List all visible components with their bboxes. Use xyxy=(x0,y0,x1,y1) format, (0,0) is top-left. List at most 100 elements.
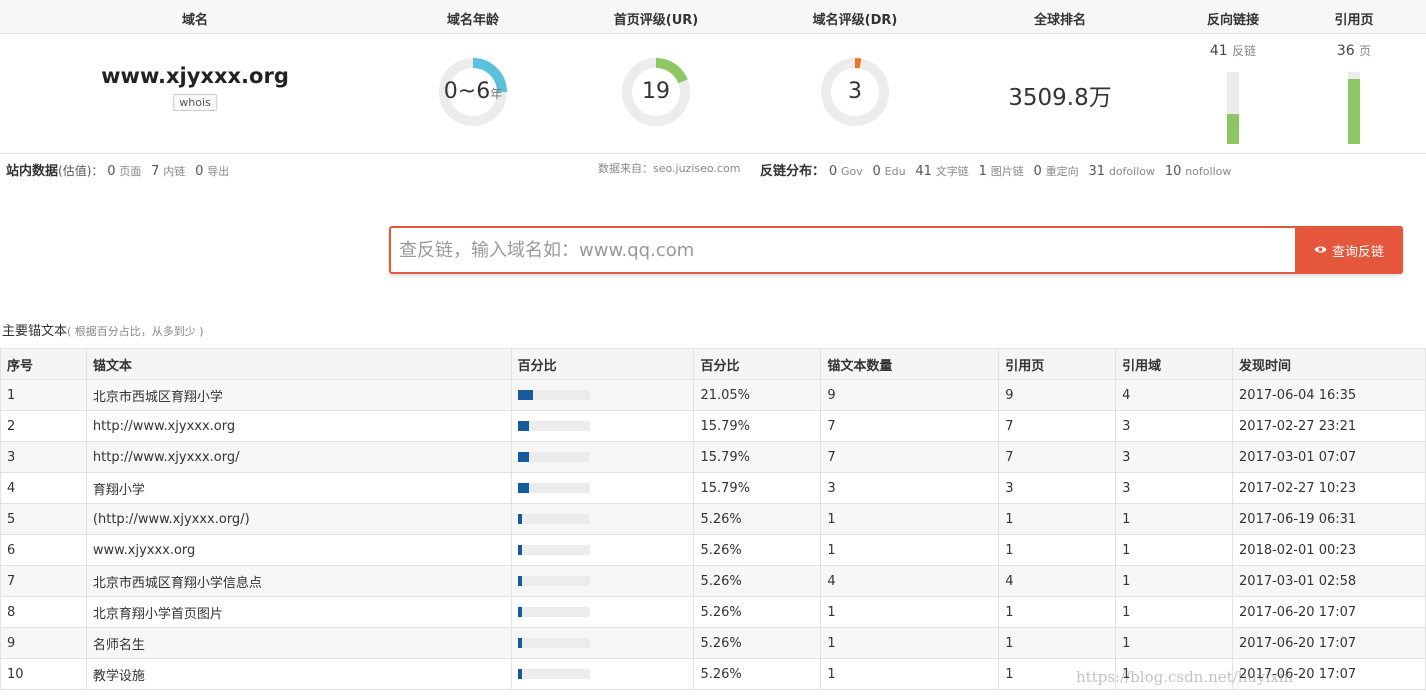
cell-index: 7 xyxy=(0,565,87,597)
cell-found-time: 2017-02-27 23:21 xyxy=(1232,410,1426,442)
cell-found-time: 2017-06-20 17:07 xyxy=(1232,627,1426,659)
backlinks-bar xyxy=(1227,72,1239,144)
dist-unit: 图片链 xyxy=(990,165,1024,178)
cell-anchor-count: 1 xyxy=(820,627,1000,659)
backlinks-bar-fill xyxy=(1227,114,1239,144)
th-ref-pages[interactable]: 引用页 xyxy=(998,348,1117,380)
cell-index: 5 xyxy=(0,503,87,535)
cell-anchor-text: 教学设施 xyxy=(85,658,512,690)
cell-anchor-count: 7 xyxy=(820,441,1000,473)
th-percent[interactable]: 百分比 xyxy=(693,348,822,380)
cell-percent-bar xyxy=(510,472,695,504)
metric-header: 域名 域名年龄 首页评级(UR) 域名评级(DR) 全球排名 反向链接 引用页 xyxy=(0,0,1426,34)
dist-count: 10 xyxy=(1164,164,1182,179)
th-index[interactable]: 序号 xyxy=(0,348,87,380)
search-input[interactable] xyxy=(395,232,1295,268)
cell-ref-domains: 3 xyxy=(1115,410,1234,442)
cell-percent-bar xyxy=(510,627,695,659)
percent-bar xyxy=(517,483,590,493)
cell-percent: 5.26% xyxy=(693,596,822,628)
backlinks-value: 41 反链 xyxy=(1209,43,1257,59)
anchors-section-title: 主要锚文本( 根据百分占比，从多到少 ) xyxy=(2,320,204,339)
table-row: 7 北京市西城区育翔小学信息点 5.26% 4 4 1 2017-03-01 02:58 xyxy=(0,565,1426,597)
table-row: 2 http://www.xjyxxx.org 15.79% 7 7 3 2017-02-2… xyxy=(0,410,1426,442)
refpages-bar-fill xyxy=(1348,79,1360,144)
anchor-text-table: 序号 锚文本 百分比 百分比 锚文本数量 引用页 引用域 发现时间 1 北京市西城… xyxy=(0,348,1426,690)
dist-count: 0 xyxy=(872,164,881,179)
stat-internal-unit: 内链 xyxy=(163,165,186,178)
cell-ref-pages: 3 xyxy=(998,472,1117,504)
site-stats-label: 站内数据 xyxy=(6,164,59,179)
table-row: 5 (http://www.xjyxxx.org/) 5.26% 1 1 1 2017-06… xyxy=(0,503,1426,535)
cell-percent: 5.26% xyxy=(693,503,822,535)
cell-anchor-text: 北京市西城区育翔小学 xyxy=(85,379,512,411)
th-found-time[interactable]: 发现时间 xyxy=(1232,348,1426,380)
cell-percent: 5.26% xyxy=(693,627,822,659)
percent-bar xyxy=(517,545,590,555)
percent-bar xyxy=(517,576,590,586)
cell-ref-pages: 1 xyxy=(998,596,1117,628)
cell-anchor-count: 1 xyxy=(820,534,1000,566)
cell-percent: 15.79% xyxy=(693,472,822,504)
th-ref-domains[interactable]: 引用域 xyxy=(1115,348,1234,380)
cell-found-time: 2017-06-04 16:35 xyxy=(1232,379,1426,411)
anchors-title: 主要锚文本 xyxy=(2,324,68,339)
stat-external: 0 xyxy=(195,164,204,179)
cell-index: 4 xyxy=(0,472,87,504)
cell-index: 10 xyxy=(0,658,87,690)
cell-ref-domains: 1 xyxy=(1115,503,1234,535)
anchors-hint: ( 根据百分占比，从多到少 ) xyxy=(67,325,204,338)
ur-value: 19 xyxy=(642,79,670,104)
dist-count: 1 xyxy=(978,164,987,179)
percent-bar-fill xyxy=(517,514,522,524)
cell-ref-domains: 4 xyxy=(1115,379,1234,411)
th-anchor-count[interactable]: 锚文本数量 xyxy=(820,348,1000,380)
cell-ref-pages: 4 xyxy=(998,565,1117,597)
col-age-header: 域名年龄 xyxy=(446,13,500,28)
cell-percent-bar xyxy=(510,503,695,535)
cell-percent: 15.79% xyxy=(693,441,822,473)
cell-anchor-count: 1 xyxy=(820,503,1000,535)
dr-value: 3 xyxy=(848,79,862,104)
backlink-search: 查询反链 xyxy=(389,226,1403,274)
cell-ref-domains: 3 xyxy=(1115,441,1234,473)
cell-anchor-count: 3 xyxy=(820,472,1000,504)
percent-bar xyxy=(517,638,590,648)
cell-percent-bar xyxy=(510,379,695,411)
search-button[interactable]: 查询反链 xyxy=(1295,226,1403,274)
backlink-dist-label: 反链分布： xyxy=(760,164,826,179)
stat-external-unit: 导出 xyxy=(207,165,230,178)
cell-percent-bar xyxy=(510,565,695,597)
th-percent-bar[interactable]: 百分比 xyxy=(510,348,695,380)
dist-unit: Gov xyxy=(840,165,863,178)
th-anchor-text[interactable]: 锚文本 xyxy=(85,348,512,380)
dist-count: 0 xyxy=(828,164,838,179)
backlinks-metric: 41 反链 xyxy=(1203,42,1263,59)
col-backlinks-header: 反向链接 xyxy=(1206,13,1260,28)
dist-count: 0 xyxy=(1033,164,1042,179)
percent-bar-fill xyxy=(517,452,529,462)
cell-index: 6 xyxy=(0,534,87,566)
cell-percent: 15.79% xyxy=(693,410,822,442)
dr-donut: 3 xyxy=(820,57,890,127)
cell-found-time: 2017-06-19 06:31 xyxy=(1232,503,1426,535)
cell-ref-domains: 1 xyxy=(1115,627,1234,659)
table-row: 4 育翔小学 15.79% 3 3 3 2017-02-27 10:23 xyxy=(0,472,1426,504)
cell-ref-pages: 9 xyxy=(998,379,1117,411)
site-stats: 站内数据(估值)： 0 页面 7 内链 0 导出 xyxy=(6,160,235,179)
whois-button[interactable]: whois xyxy=(173,94,217,111)
percent-bar xyxy=(517,669,590,679)
cell-percent-bar xyxy=(510,658,695,690)
backlink-distribution: 反链分布： 0 Gov 0 Edu 41 文字链 1 图片链 0 重定向 31 … xyxy=(760,160,1237,179)
refpages-metric: 36 页 xyxy=(1324,42,1384,59)
search-button-label: 查询反链 xyxy=(1331,244,1384,260)
percent-bar-fill xyxy=(517,607,522,617)
cell-percent: 5.26% xyxy=(693,565,822,597)
cell-index: 1 xyxy=(0,379,87,411)
cell-percent-bar xyxy=(510,410,695,442)
percent-bar xyxy=(517,390,590,400)
cell-ref-domains: 1 xyxy=(1115,596,1234,628)
refpages-bar xyxy=(1348,72,1360,144)
percent-bar-fill xyxy=(517,390,533,400)
age-value: 0~6年 xyxy=(443,79,503,104)
